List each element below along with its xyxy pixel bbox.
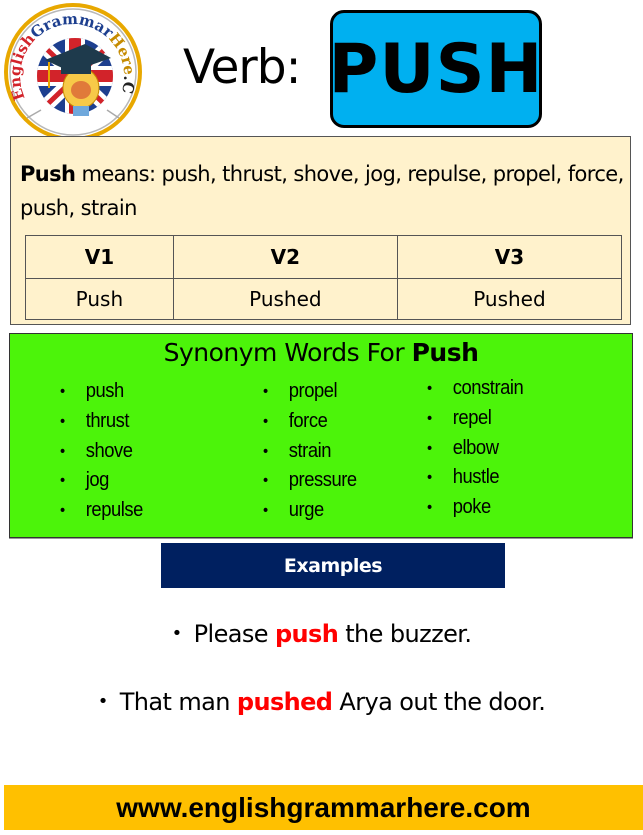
- list-item: strain: [263, 437, 357, 467]
- bullet-icon: •: [171, 623, 183, 644]
- synonyms-title-word: Push: [411, 338, 479, 367]
- value-v2: Pushed: [172, 278, 398, 320]
- list-item: shove: [60, 437, 143, 467]
- footer-banner: www.englishgrammarhere.com: [4, 785, 643, 830]
- meaning-word: Push: [20, 162, 76, 186]
- list-item: repel: [427, 404, 523, 434]
- synonyms-panel: Synonym Words For Push push thrust shove…: [9, 333, 633, 538]
- example-text: Arya out the door.: [332, 688, 546, 716]
- meaning-panel: Push means: push, thrust, shove, jog, re…: [10, 136, 631, 325]
- examples-header: Examples: [161, 543, 505, 588]
- meaning-text: Push means: push, thrust, shove, jog, re…: [20, 157, 630, 225]
- example-text: the buzzer.: [338, 620, 472, 648]
- header-v2: V2: [172, 235, 398, 279]
- examples-label: Examples: [283, 554, 383, 577]
- list-item: thrust: [60, 407, 143, 437]
- website-url[interactable]: www.englishgrammarhere.com: [116, 792, 530, 824]
- list-item: elbow: [427, 434, 523, 464]
- list-item: urge: [263, 496, 357, 526]
- example-text: That man: [119, 688, 237, 716]
- list-item: repulse: [60, 496, 143, 526]
- header-v1: V1: [25, 235, 174, 279]
- verb-forms-table: V1 V2 V3 Push Pushed Pushed: [25, 235, 623, 320]
- list-item: jog: [60, 466, 143, 496]
- list-item: pressure: [263, 466, 357, 496]
- list-item: poke: [427, 493, 523, 523]
- table-header-row: V1 V2 V3: [25, 235, 623, 279]
- list-item: push: [60, 377, 143, 407]
- value-v1: Push: [25, 278, 174, 320]
- synonym-column-1: push thrust shove jog repulse: [60, 377, 150, 526]
- list-item: constrain: [427, 374, 524, 404]
- synonyms-title: Synonym Words For Push: [10, 338, 632, 367]
- meaning-definition: means: push, thrust, shove, jog, repulse…: [20, 162, 624, 220]
- example-highlight: push: [274, 620, 339, 648]
- site-logo: EnglishGrammarHere.Com: [3, 2, 142, 141]
- list-item: propel: [263, 377, 357, 407]
- table-row: Push Pushed Pushed: [25, 278, 623, 320]
- example-sentence-2: • That man pushed Arya out the door.: [0, 688, 643, 716]
- bullet-icon: •: [97, 691, 109, 712]
- synonym-column-2: propel force strain pressure urge: [263, 377, 365, 526]
- verb-word: PUSH: [328, 29, 544, 109]
- synonyms-title-prefix: Synonym Words For: [163, 338, 412, 367]
- verb-badge: PUSH: [328, 10, 544, 128]
- verb-label: Verb:: [183, 40, 301, 95]
- header-v3: V3: [396, 235, 623, 279]
- example-sentence-1: • Please push the buzzer.: [0, 620, 643, 648]
- value-v3: Pushed: [396, 278, 623, 320]
- list-item: force: [263, 407, 357, 437]
- list-item: hustle: [427, 463, 523, 493]
- example-highlight: pushed: [236, 688, 333, 716]
- example-text: Please: [193, 620, 275, 648]
- synonym-column-3: constrain repel elbow hustle poke: [427, 374, 532, 523]
